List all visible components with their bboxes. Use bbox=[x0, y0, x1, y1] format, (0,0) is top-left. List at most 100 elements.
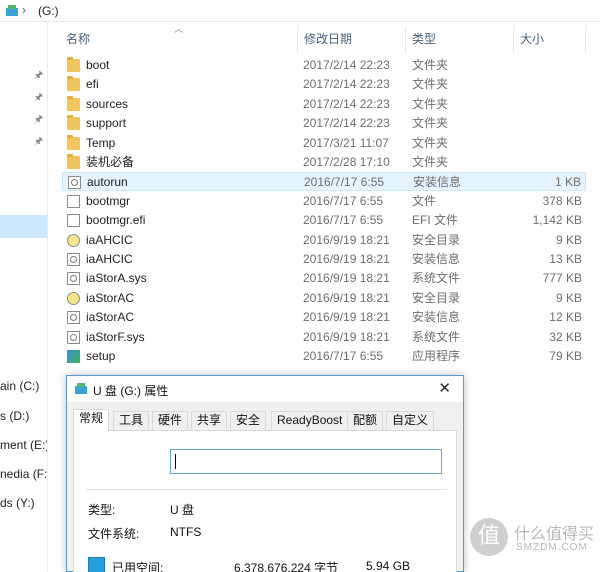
tab-quota[interactable]: 配额 bbox=[347, 411, 384, 430]
security-catalog-icon bbox=[67, 233, 80, 247]
volume-name-input[interactable] bbox=[170, 449, 442, 474]
file-row[interactable]: efi 2017/2/14 22:23 文件夹 bbox=[62, 75, 586, 94]
file-name: iaStorA.sys bbox=[86, 271, 147, 286]
tab-security[interactable]: 安全 bbox=[230, 411, 267, 430]
used-space-swatch bbox=[88, 557, 105, 572]
file-type: 安装信息 bbox=[412, 252, 461, 266]
file-icon bbox=[67, 194, 80, 208]
file-row[interactable]: boot 2017/2/14 22:23 文件夹 bbox=[62, 56, 586, 75]
file-date: 2016/7/17 6:55 bbox=[303, 193, 384, 208]
file-row[interactable]: bootmgr.efi 2016/7/17 6:55 EFI 文件 1,142 KB bbox=[62, 211, 586, 230]
settings-file-icon bbox=[67, 272, 80, 286]
file-name: Temp bbox=[86, 135, 116, 150]
file-size: 9 KB bbox=[555, 232, 582, 247]
file-row[interactable]: autorun 2016/7/17 6:55 安装信息 1 KB bbox=[62, 172, 586, 192]
pin-icon[interactable]: 🖈 bbox=[34, 90, 43, 107]
file-date: 2017/2/14 22:23 bbox=[303, 96, 390, 111]
settings-file-icon bbox=[67, 253, 80, 266]
file-type: EFI 文件 bbox=[412, 213, 459, 228]
nav-drive-c[interactable]: ain (C:) bbox=[0, 379, 39, 393]
column-date[interactable]: 修改日期 bbox=[298, 26, 406, 52]
file-name: efi bbox=[86, 77, 99, 92]
folder-icon bbox=[67, 57, 80, 72]
file-row[interactable]: sources 2017/2/14 22:23 文件夹 bbox=[62, 95, 586, 114]
tab-readyboost[interactable]: ReadyBoost bbox=[271, 411, 349, 430]
file-size: 32 KB bbox=[549, 329, 582, 344]
file-size: 1,142 KB bbox=[532, 213, 582, 228]
file-type: 安全目录 bbox=[412, 232, 461, 247]
file-row[interactable]: iaStorAC 2016/9/19 18:21 安全目录 9 KB bbox=[62, 289, 586, 308]
file-size: 378 KB bbox=[542, 193, 582, 208]
column-size[interactable]: 大小 bbox=[514, 26, 586, 52]
file-row[interactable]: iaStorF.sys 2016/9/19 18:21 系统文件 32 KB bbox=[62, 328, 586, 347]
file-type: 文件夹 bbox=[412, 96, 449, 111]
file-size: 12 KB bbox=[549, 310, 582, 325]
file-name: iaAHCIC bbox=[86, 252, 133, 266]
used-space-bytes: 6,378,676,224 字节 bbox=[234, 561, 339, 572]
file-date: 2016/9/19 18:21 bbox=[303, 329, 390, 344]
tab-sharing[interactable]: 共享 bbox=[191, 411, 228, 430]
file-row[interactable]: Temp 2017/3/21 11:07 文件夹 bbox=[62, 134, 586, 153]
file-type: 安全目录 bbox=[412, 290, 461, 305]
nav-drive-d[interactable]: s (D:) bbox=[0, 409, 29, 423]
file-name: iaStorAC bbox=[86, 310, 135, 325]
file-size: 777 KB bbox=[542, 271, 582, 286]
file-type: 文件夹 bbox=[412, 77, 449, 92]
file-type: 系统文件 bbox=[412, 329, 461, 344]
file-icon bbox=[67, 214, 80, 228]
file-row[interactable]: support 2017/2/14 22:23 文件夹 bbox=[62, 114, 586, 133]
folder-icon bbox=[67, 154, 80, 169]
file-row[interactable]: iaStorA.sys 2016/9/19 18:21 系统文件 777 KB bbox=[62, 269, 586, 288]
tab-general[interactable]: 常规 bbox=[73, 409, 110, 431]
usb-drive-icon bbox=[6, 5, 18, 16]
nav-selected-item[interactable] bbox=[0, 215, 47, 238]
pin-icon[interactable]: 🖈 bbox=[34, 134, 43, 151]
watermark-text: 什么值得买 bbox=[514, 526, 595, 543]
used-space-label: 已用空间: bbox=[112, 561, 164, 572]
nav-drive-y[interactable]: ds (Y:) bbox=[0, 496, 35, 510]
nav-drive-e[interactable]: ment (E:) bbox=[0, 438, 47, 452]
folder-icon bbox=[67, 134, 80, 150]
file-type: 文件夹 bbox=[412, 116, 449, 131]
file-row[interactable]: bootmgr 2016/7/17 6:55 文件 378 KB bbox=[62, 192, 586, 211]
file-row[interactable]: iaStorAC 2016/9/19 18:21 安装信息 12 KB bbox=[62, 308, 586, 327]
file-size: 13 KB bbox=[549, 252, 582, 266]
column-type[interactable]: 类型 bbox=[406, 26, 514, 52]
file-name: boot bbox=[86, 58, 110, 72]
file-row[interactable]: setup 2016/7/17 6:55 应用程序 79 KB bbox=[62, 347, 586, 366]
navigation-pane[interactable]: 🖈 🖈 🖈 🖈 ain (C:) s (D:) ment (E:) nedia … bbox=[0, 22, 48, 572]
used-space-size: 5.94 GB bbox=[366, 559, 411, 572]
file-row[interactable]: 装机必备 2017/2/28 17:10 文件夹 bbox=[62, 153, 586, 172]
filesystem-value: NTFS bbox=[170, 525, 202, 539]
file-size: 9 KB bbox=[555, 290, 582, 305]
settings-file-icon bbox=[67, 311, 80, 325]
nav-drive-f[interactable]: nedia (F:) bbox=[0, 467, 47, 481]
address-bar[interactable]: › (G:) bbox=[0, 0, 600, 22]
folder-icon bbox=[67, 95, 80, 111]
file-name: support bbox=[86, 116, 127, 131]
dialog-titlebar[interactable]: U 盘 (G:) 属性 ✕ bbox=[67, 376, 463, 402]
file-date: 2016/9/19 18:21 bbox=[303, 310, 390, 325]
file-row[interactable]: iaAHCIC 2016/9/19 18:21 安全目录 9 KB bbox=[62, 231, 586, 250]
close-icon[interactable]: ✕ bbox=[438, 379, 451, 397]
chevron-right-icon[interactable]: › bbox=[22, 3, 26, 17]
column-name[interactable]: 名称 bbox=[60, 26, 298, 52]
file-name: iaStorF.sys bbox=[86, 329, 145, 344]
file-type: 安装信息 bbox=[413, 175, 462, 190]
security-catalog-icon bbox=[67, 291, 80, 305]
tab-tools[interactable]: 工具 bbox=[113, 411, 150, 430]
tab-customize[interactable]: 自定义 bbox=[386, 411, 435, 430]
pin-icon[interactable]: 🖈 bbox=[34, 112, 43, 129]
file-type: 系统文件 bbox=[412, 271, 461, 286]
text-caret bbox=[175, 454, 176, 469]
properties-dialog: U 盘 (G:) 属性 ✕ 常规 工具 硬件 共享 安全 ReadyBoost … bbox=[66, 375, 464, 572]
watermark: 值 什么值得买 SMZDM.COM bbox=[470, 516, 594, 564]
file-size: 79 KB bbox=[549, 349, 582, 363]
folder-icon bbox=[67, 76, 80, 92]
file-date: 2017/2/14 22:23 bbox=[303, 116, 390, 131]
tab-hardware[interactable]: 硬件 bbox=[152, 411, 189, 430]
pin-icon[interactable]: 🖈 bbox=[34, 68, 43, 85]
file-date: 2017/2/14 22:23 bbox=[303, 58, 390, 72]
type-label: 类型: bbox=[88, 503, 116, 517]
file-row[interactable]: iaAHCIC 2016/9/19 18:21 安装信息 13 KB bbox=[62, 250, 586, 269]
